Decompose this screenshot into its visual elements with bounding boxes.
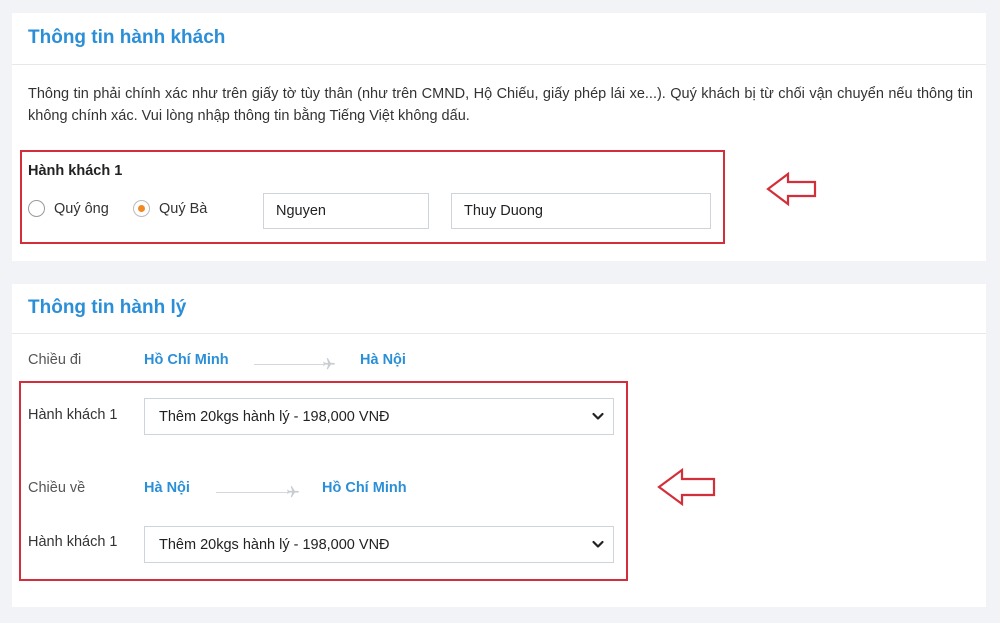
route-line bbox=[216, 492, 288, 493]
last-name-input[interactable] bbox=[263, 193, 429, 229]
first-name-input[interactable] bbox=[451, 193, 711, 229]
airplane-icon bbox=[286, 485, 300, 501]
select-value: Thêm 20kgs hành lý - 198,000 VNĐ bbox=[159, 408, 390, 425]
divider bbox=[12, 64, 986, 65]
title-radio-mrs[interactable]: Quý Bà bbox=[133, 200, 207, 217]
departure-label: Chiều đi bbox=[28, 352, 82, 368]
return-baggage-select[interactable]: Thêm 20kgs hành lý - 198,000 VNĐ bbox=[144, 526, 614, 563]
radio-circle-checked[interactable] bbox=[133, 200, 150, 217]
baggage-info-title: Thông tin hành lý bbox=[28, 297, 187, 318]
passenger-info-title: Thông tin hành khách bbox=[28, 27, 226, 48]
passenger-info-notice: Thông tin phải chính xác như trên giấy t… bbox=[28, 86, 973, 124]
passenger-info-card: Thông tin hành khách Thông tin phải chín… bbox=[12, 13, 986, 261]
passenger-1-label: Hành khách 1 bbox=[28, 163, 123, 179]
left-arrow-icon bbox=[766, 171, 817, 207]
divider bbox=[12, 333, 986, 334]
return-label: Chiều về bbox=[28, 480, 86, 496]
route-line bbox=[254, 364, 324, 365]
chevron-down-icon bbox=[592, 540, 604, 548]
left-arrow-icon bbox=[657, 467, 716, 507]
departure-destination: Hà Nội bbox=[360, 352, 406, 368]
baggage-info-card: Thông tin hành lý Chiều đi Hồ Chí Minh H… bbox=[12, 284, 986, 607]
title-radio-mr[interactable]: Quý ông bbox=[28, 200, 109, 217]
airplane-icon bbox=[322, 357, 336, 373]
radio-circle[interactable] bbox=[28, 200, 45, 217]
return-origin: Hà Nội bbox=[144, 480, 190, 496]
return-destination: Hồ Chí Minh bbox=[322, 480, 407, 496]
radio-label: Quý Bà bbox=[159, 200, 208, 217]
departure-origin: Hồ Chí Minh bbox=[144, 352, 229, 368]
departure-passenger-label: Hành khách 1 bbox=[28, 407, 118, 423]
radio-label: Quý ông bbox=[54, 200, 109, 217]
chevron-down-icon bbox=[592, 412, 604, 420]
return-passenger-label: Hành khách 1 bbox=[28, 534, 118, 550]
select-value: Thêm 20kgs hành lý - 198,000 VNĐ bbox=[159, 536, 390, 553]
departure-baggage-select[interactable]: Thêm 20kgs hành lý - 198,000 VNĐ bbox=[144, 398, 614, 435]
